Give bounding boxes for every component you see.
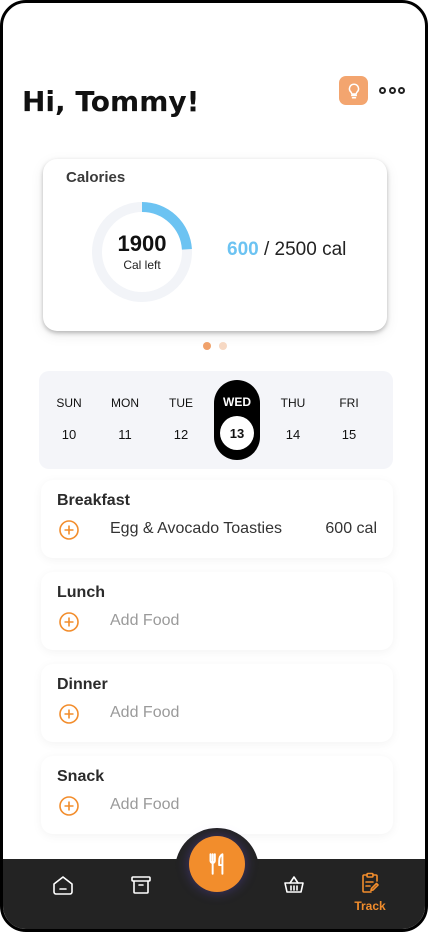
week-strip: SUN 10 MON 11 TUE 12 WED 13 THU 14 FRI 1…: [39, 371, 393, 469]
meal-title: Snack: [57, 768, 105, 785]
day-name: WED: [223, 395, 251, 409]
day-number: 14: [285, 427, 301, 442]
carousel-dot-active[interactable]: [203, 342, 211, 350]
tip-button[interactable]: [339, 76, 368, 105]
add-circle-icon[interactable]: [59, 612, 79, 632]
calories-card[interactable]: Calories 1900 Cal left 600 / 2500 cal: [43, 159, 387, 331]
add-food-link[interactable]: Add Food: [110, 612, 179, 630]
day-number: 10: [61, 427, 77, 442]
day-number: 12: [173, 427, 189, 442]
calories-goal: 2500 cal: [274, 239, 347, 260]
calories-remaining: 1900: [117, 231, 167, 256]
ring-center: 1900 Cal left: [87, 197, 197, 307]
day-name: TUE: [169, 396, 193, 410]
meal-card-snack[interactable]: Snack Add Food: [41, 756, 393, 834]
more-horizontal-icon: [388, 86, 396, 94]
meal-card-lunch[interactable]: Lunch Add Food: [41, 572, 393, 650]
meal-card-breakfast[interactable]: Breakfast Egg & Avocado Toasties 600 cal: [41, 480, 393, 558]
meal-title: Dinner: [57, 676, 108, 693]
tab-track-label: Track: [354, 899, 386, 913]
fork-knife-icon: [209, 853, 224, 875]
home-icon[interactable]: [51, 873, 75, 897]
add-food-link[interactable]: Add Food: [110, 796, 179, 814]
meal-card-dinner[interactable]: Dinner Add Food: [41, 664, 393, 742]
meal-food-name: Egg & Avocado Toasties: [110, 520, 282, 537]
meal-title: Breakfast: [57, 492, 130, 509]
day-number: 13: [220, 416, 254, 450]
more-horizontal-icon: [398, 86, 405, 94]
calories-remaining-label: Cal left: [123, 258, 161, 272]
add-circle-icon[interactable]: [59, 704, 79, 724]
day-name: THU: [280, 396, 306, 410]
day-fri[interactable]: FRI 15: [326, 381, 372, 459]
day-thu[interactable]: THU 14: [270, 381, 316, 459]
day-number: 11: [118, 427, 132, 442]
day-tue[interactable]: TUE 12: [158, 381, 204, 459]
more-options-button[interactable]: [379, 83, 405, 97]
calories-consumed: 600: [227, 239, 259, 260]
day-name: FRI: [339, 396, 359, 410]
calories-card-title: Calories: [66, 169, 126, 186]
calorie-progress-text: 600 / 2500 cal: [227, 239, 346, 261]
tab-track[interactable]: Track: [349, 871, 391, 915]
carousel-dot[interactable]: [219, 342, 227, 350]
day-wed-selected[interactable]: WED 13: [214, 380, 260, 460]
calories-separator: /: [263, 239, 270, 260]
basket-icon[interactable]: [282, 873, 306, 897]
add-food-link[interactable]: Add Food: [110, 704, 179, 722]
more-horizontal-icon: [379, 86, 386, 94]
day-sun[interactable]: SUN 10: [46, 381, 92, 459]
add-circle-icon[interactable]: [59, 796, 79, 816]
clipboard-edit-icon: [362, 872, 379, 893]
carousel-dots: [203, 342, 227, 350]
add-meal-fab[interactable]: [189, 836, 245, 892]
phone-frame: Hi, Tommy! Calories 1900 Cal left 600 / …: [0, 0, 428, 932]
meal-calories: 600 cal: [325, 520, 377, 537]
meal-title: Lunch: [57, 584, 105, 601]
day-number: 15: [341, 427, 357, 442]
add-circle-icon[interactable]: [59, 520, 79, 540]
day-mon[interactable]: MON 11: [102, 381, 148, 459]
day-name: MON: [111, 396, 139, 410]
greeting-title: Hi, Tommy!: [22, 85, 200, 118]
archive-icon[interactable]: [129, 873, 153, 897]
lightbulb-icon: [348, 82, 359, 98]
day-name: SUN: [56, 396, 82, 410]
